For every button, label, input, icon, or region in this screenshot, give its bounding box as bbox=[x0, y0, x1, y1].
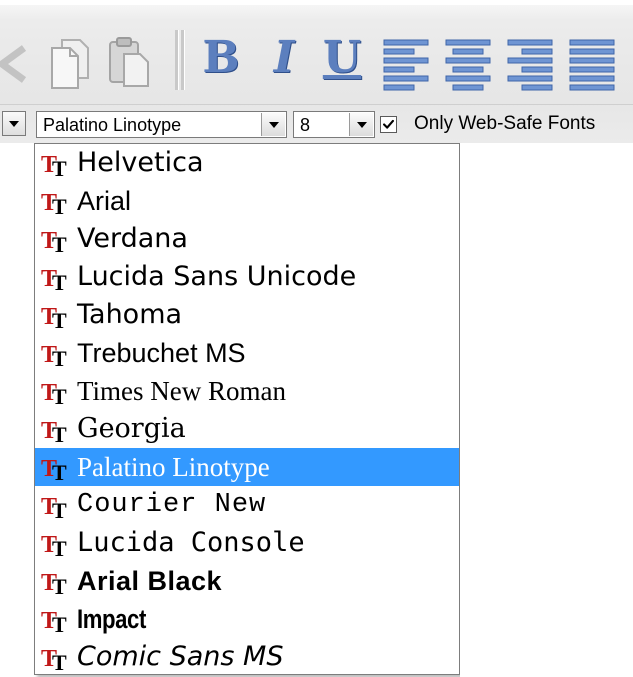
font-family-value: Palatino Linotype bbox=[43, 115, 182, 135]
svg-text:T: T bbox=[52, 308, 67, 330]
font-option-arial-black[interactable]: TT Arial Black bbox=[35, 562, 459, 600]
svg-text:T: T bbox=[52, 612, 67, 634]
font-option-label: Lucida Console bbox=[77, 527, 305, 558]
font-size-value: 8 bbox=[300, 115, 311, 135]
truetype-font-icon: TT bbox=[39, 414, 75, 444]
truetype-font-icon: TT bbox=[39, 300, 75, 330]
font-option-label: Georgia bbox=[77, 413, 186, 444]
font-family-dropdown-button[interactable] bbox=[261, 113, 285, 136]
svg-text:T: T bbox=[52, 536, 67, 558]
font-option-label: Courier New bbox=[77, 490, 267, 520]
undo-icon[interactable] bbox=[0, 26, 28, 98]
font-family-select[interactable]: Palatino Linotype bbox=[36, 111, 287, 138]
bold-button[interactable]: B bbox=[201, 28, 241, 86]
font-dropdown-list: TT Helvetica TT Arial TT Verdana TT Luci… bbox=[34, 143, 460, 675]
web-safe-checkbox[interactable] bbox=[380, 116, 397, 133]
truetype-font-icon: TT bbox=[39, 528, 75, 558]
font-option-trebuchet-ms[interactable]: TT Trebuchet MS bbox=[35, 334, 459, 372]
toolbar-top-edge bbox=[0, 0, 633, 5]
truetype-font-icon: TT bbox=[39, 338, 75, 368]
font-option-courier-new[interactable]: TT Courier New bbox=[35, 486, 459, 524]
italic-button[interactable]: I bbox=[264, 28, 304, 86]
chevron-down-icon bbox=[9, 121, 19, 127]
svg-text:T: T bbox=[52, 194, 67, 216]
font-option-label: Verdana bbox=[77, 223, 188, 254]
font-option-helvetica[interactable]: TT Helvetica bbox=[35, 144, 459, 182]
font-option-label: Arial Black bbox=[77, 566, 223, 596]
truetype-font-icon: TT bbox=[39, 224, 75, 254]
truetype-font-icon: TT bbox=[39, 490, 75, 520]
svg-text:T: T bbox=[52, 346, 67, 368]
font-size-select[interactable]: 8 bbox=[293, 111, 375, 138]
svg-text:T: T bbox=[52, 156, 67, 178]
toolbar-separator bbox=[175, 30, 179, 90]
paste-icon[interactable] bbox=[104, 26, 152, 98]
chevron-down-icon bbox=[269, 122, 279, 128]
font-option-arial[interactable]: TT Arial bbox=[35, 182, 459, 220]
font-option-label: Helvetica bbox=[77, 147, 204, 178]
align-left-icon[interactable] bbox=[382, 38, 430, 92]
chevron-down-icon bbox=[357, 122, 367, 128]
font-option-label: Trebuchet MS bbox=[77, 338, 246, 368]
truetype-font-icon: TT bbox=[39, 262, 75, 292]
truetype-font-icon: TT bbox=[39, 452, 75, 482]
font-option-lucida-sans-unicode[interactable]: TT Lucida Sans Unicode bbox=[35, 258, 459, 296]
font-option-label: Palatino Linotype bbox=[77, 452, 270, 482]
svg-text:T: T bbox=[52, 650, 67, 672]
toolbar-separator bbox=[181, 30, 185, 90]
truetype-font-icon: TT bbox=[39, 186, 75, 216]
truetype-font-icon: TT bbox=[39, 376, 75, 406]
svg-text:T: T bbox=[52, 422, 67, 444]
font-option-georgia[interactable]: TT Georgia bbox=[35, 410, 459, 448]
svg-text:T: T bbox=[52, 270, 67, 292]
font-size-dropdown-button[interactable] bbox=[349, 113, 373, 136]
svg-text:T: T bbox=[52, 460, 67, 482]
font-option-label: Lucida Sans Unicode bbox=[77, 261, 357, 292]
font-option-times-new-roman[interactable]: TT Times New Roman bbox=[35, 372, 459, 410]
font-option-label: Impact bbox=[77, 604, 146, 634]
svg-text:T: T bbox=[52, 232, 67, 254]
truetype-font-icon: TT bbox=[39, 566, 75, 596]
web-safe-label[interactable]: Only Web-Safe Fonts bbox=[414, 113, 595, 135]
font-option-palatino-linotype[interactable]: TT Palatino Linotype bbox=[35, 448, 459, 486]
truetype-font-icon: TT bbox=[39, 604, 75, 634]
copy-icon[interactable] bbox=[44, 26, 92, 98]
font-option-impact[interactable]: TT Impact bbox=[35, 600, 459, 638]
editor-content-area[interactable] bbox=[460, 143, 633, 677]
editor-toolbar: B I U Palatino Linotype 8 Only Web-Safe … bbox=[0, 0, 633, 143]
font-option-tahoma[interactable]: TT Tahoma bbox=[35, 296, 459, 334]
font-option-label: Tahoma bbox=[77, 299, 183, 330]
font-option-verdana[interactable]: TT Verdana bbox=[35, 220, 459, 258]
font-option-lucida-console[interactable]: TT Lucida Console bbox=[35, 524, 459, 562]
font-option-label: Comic Sans MS bbox=[77, 641, 284, 672]
truetype-font-icon: TT bbox=[39, 642, 75, 672]
svg-text:T: T bbox=[52, 574, 67, 596]
align-justify-icon[interactable] bbox=[568, 38, 616, 92]
font-option-label: Times New Roman bbox=[77, 376, 287, 406]
font-controls-row: Palatino Linotype 8 Only Web-Safe Fonts bbox=[0, 104, 633, 142]
align-right-icon[interactable] bbox=[506, 38, 554, 92]
svg-text:T: T bbox=[52, 498, 67, 520]
truetype-font-icon: TT bbox=[39, 148, 75, 178]
svg-text:T: T bbox=[52, 384, 67, 406]
align-center-icon[interactable] bbox=[444, 38, 492, 92]
underline-button[interactable]: U bbox=[322, 28, 362, 86]
style-select-arrow[interactable] bbox=[2, 111, 26, 136]
font-option-label: Arial bbox=[77, 186, 132, 216]
font-option-comic-sans-ms[interactable]: TT Comic Sans MS bbox=[35, 638, 459, 676]
